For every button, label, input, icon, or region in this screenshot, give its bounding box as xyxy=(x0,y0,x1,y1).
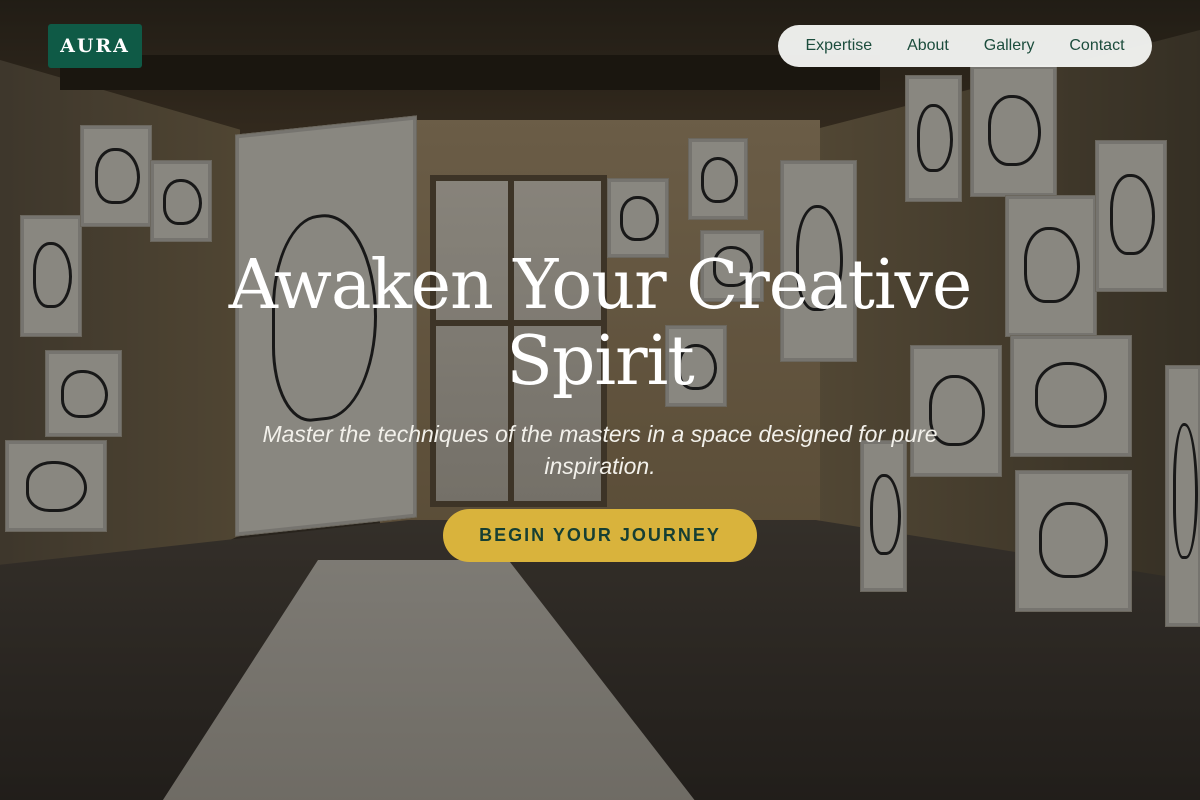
hero-subtitle: Master the techniques of the masters in … xyxy=(262,421,938,479)
hero-title-line-2: Spirit xyxy=(506,322,694,401)
nav-link-about[interactable]: About xyxy=(907,37,949,55)
nav-link-contact[interactable]: Contact xyxy=(1069,37,1124,55)
nav-link-gallery[interactable]: Gallery xyxy=(984,37,1035,55)
brand-logo[interactable]: AURA xyxy=(48,24,142,68)
nav-link-expertise[interactable]: Expertise xyxy=(805,37,872,55)
main-nav: Expertise About Gallery Contact xyxy=(778,25,1152,67)
hero-title-line-1: Awaken Your Creative xyxy=(228,246,973,325)
hero-title: Awaken Your Creative Spirit xyxy=(0,248,1200,400)
begin-journey-button[interactable]: BEGIN YOUR JOURNEY xyxy=(443,509,757,562)
